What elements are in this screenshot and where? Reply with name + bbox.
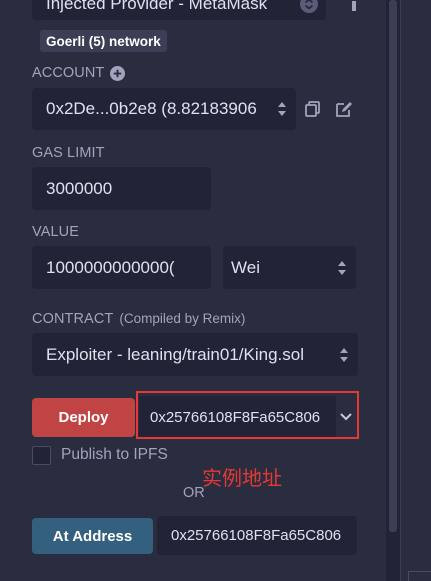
or-divider-text: OR [183, 485, 205, 501]
corner-marker [408, 571, 431, 581]
select-arrows-icon [300, 0, 318, 13]
gas-limit-label: GAS LIMIT [32, 145, 105, 161]
chevron-updown-icon [278, 102, 286, 116]
account-label: ACCOUNT [32, 65, 126, 81]
environment-select[interactable]: Injected Provider - MetaMask [32, 0, 326, 20]
at-address-input-value: 0x25766108F8Fa65C806 [171, 527, 342, 544]
scrollbar-thumb[interactable] [389, 0, 397, 532]
annotation-text: 实例地址 [202, 466, 282, 490]
contract-label-text: CONTRACT [32, 311, 114, 327]
value-unit-select-value: Wei [231, 257, 260, 277]
copy-icon[interactable] [305, 101, 321, 117]
network-badge: Goerli (5) network [40, 30, 167, 52]
highlight-box [136, 391, 359, 439]
publish-ipfs-label: Publish to IPFS [61, 446, 168, 463]
panel-divider [400, 0, 431, 581]
contract-label: CONTRACT (Compiled by Remix) [32, 311, 245, 327]
network-badge-text: Goerli (5) network [46, 33, 161, 49]
edit-icon[interactable] [336, 101, 353, 117]
deploy-button[interactable]: Deploy [32, 398, 135, 437]
scrollbar-track[interactable] [386, 0, 400, 581]
gas-limit-input[interactable]: 3000000 [32, 167, 211, 210]
value-input[interactable]: 1000000000000( [32, 246, 211, 289]
publish-ipfs-checkbox[interactable] [32, 446, 51, 465]
contract-select-value: Exploiter - leaning/train01/King.sol [46, 344, 304, 364]
contract-sub-label: (Compiled by Remix) [119, 311, 246, 326]
contract-select[interactable]: Exploiter - leaning/train01/King.sol [32, 333, 358, 376]
environment-select-value: Injected Provider - MetaMask [46, 0, 268, 13]
account-label-text: ACCOUNT [32, 65, 105, 81]
gas-limit-input-value: 3000000 [46, 178, 113, 198]
account-select[interactable]: 0x2De...0b2e8 (8.82183906 [32, 88, 296, 130]
chevron-updown-icon [338, 260, 346, 275]
chevron-updown-icon [340, 347, 348, 362]
info-icon[interactable] [350, 0, 358, 12]
account-select-value: 0x2De...0b2e8 (8.82183906 [46, 99, 257, 118]
at-address-input[interactable]: 0x25766108F8Fa65C806 [157, 516, 357, 555]
value-input-value: 1000000000000( [46, 257, 175, 277]
at-address-button[interactable]: At Address [32, 518, 153, 554]
value-label: VALUE [32, 224, 79, 240]
value-unit-select[interactable]: Wei [223, 246, 356, 289]
add-account-icon[interactable] [110, 65, 126, 81]
